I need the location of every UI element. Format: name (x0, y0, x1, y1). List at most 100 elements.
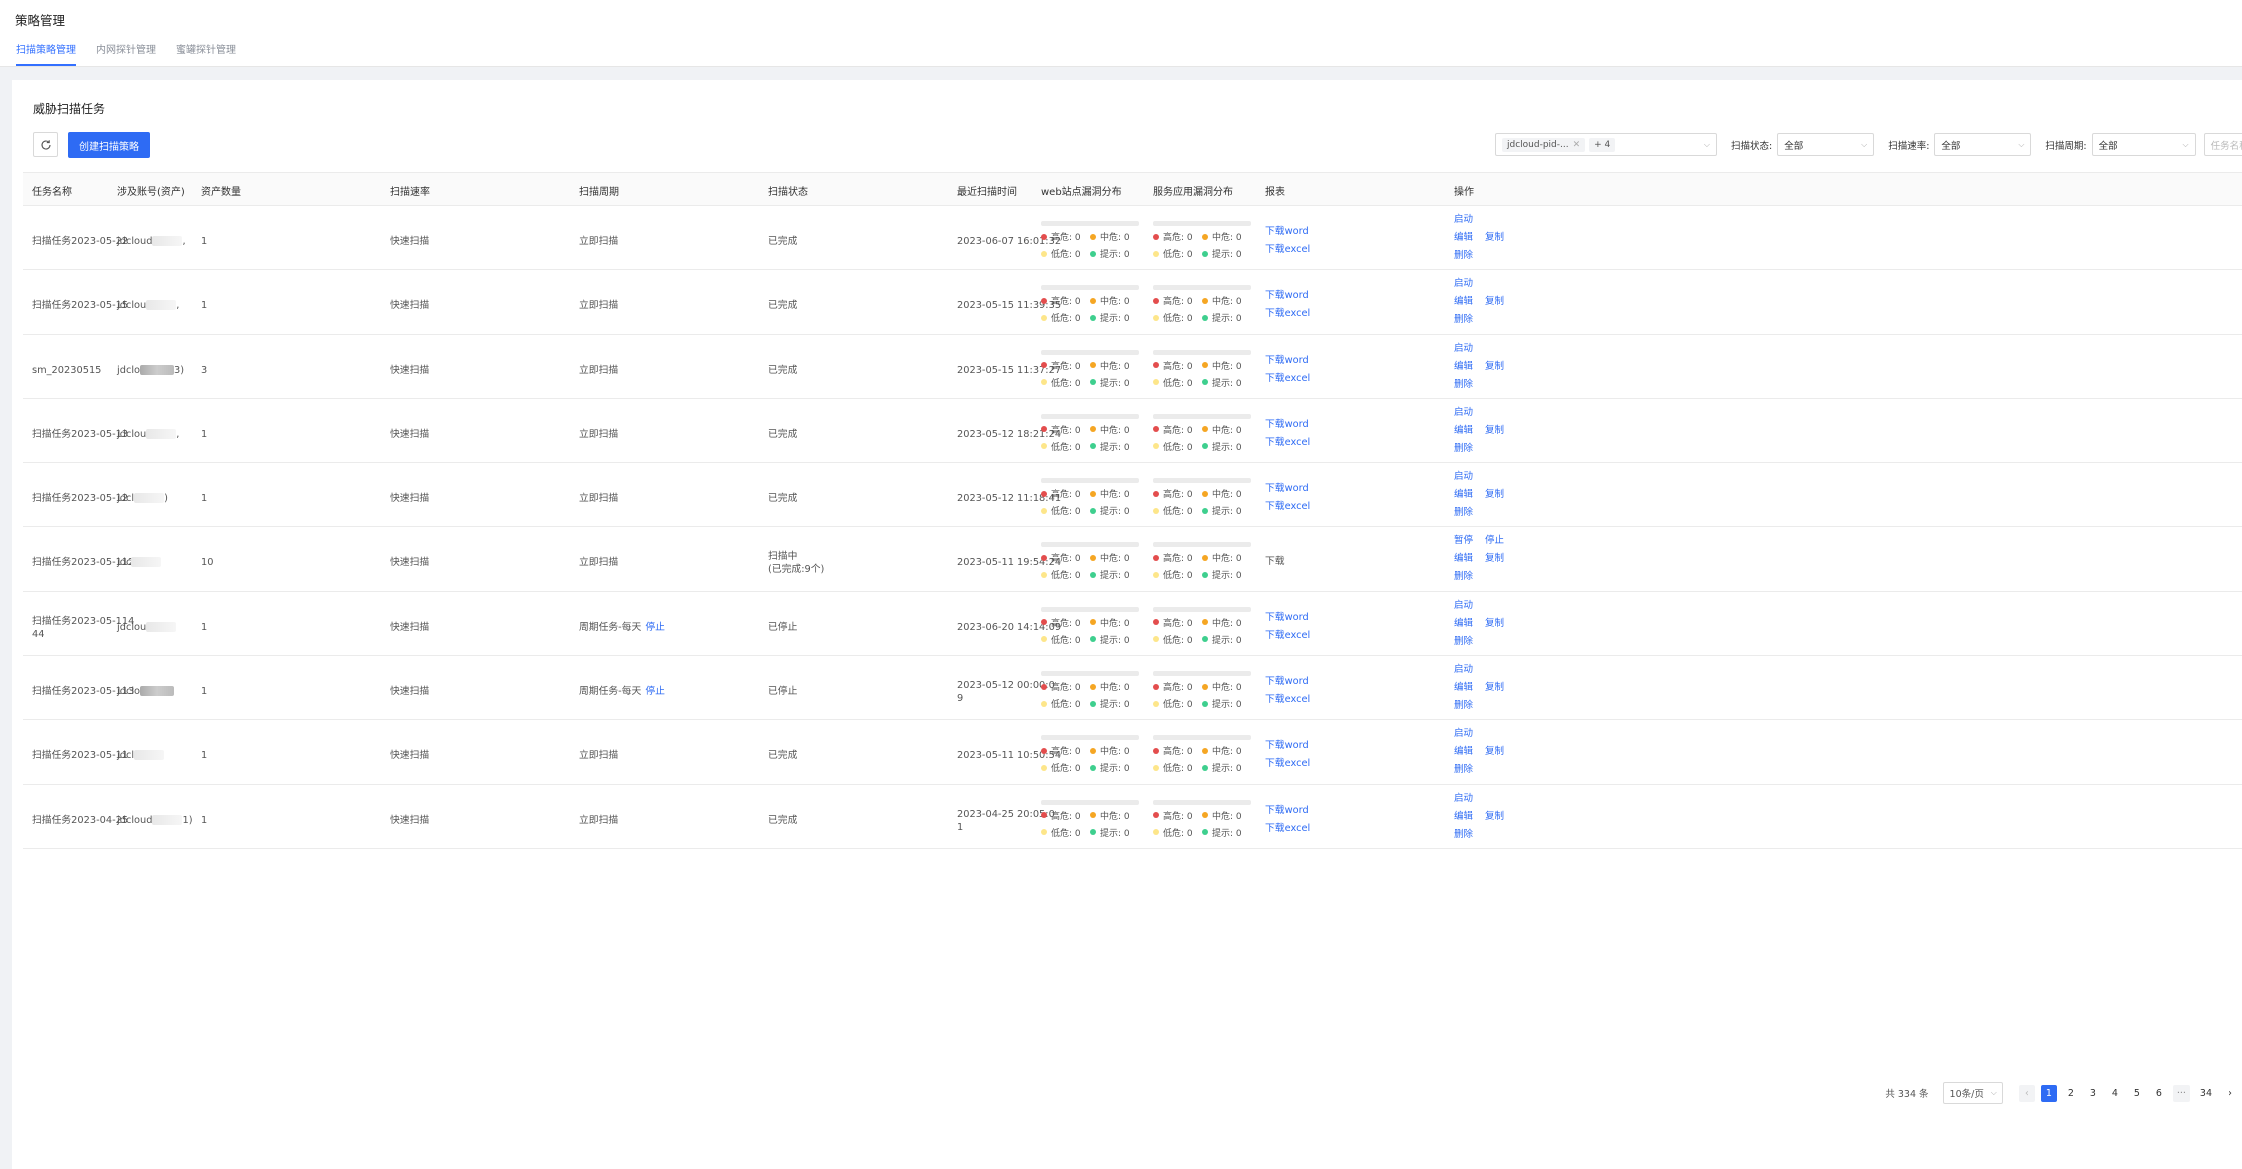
download-word-link[interactable]: 下载word (1265, 223, 1310, 241)
copy-button[interactable]: 复制 (1485, 229, 1504, 247)
download-excel-link[interactable]: 下载excel (1265, 820, 1310, 838)
stop-button[interactable]: 停止 (1485, 532, 1504, 550)
scan-task-table: 任务名称 涉及账号(资产) 资产数量 扫描速率 扫描周期 扫描状态 最近扫描时间 web站点漏… (23, 172, 2242, 849)
close-icon[interactable]: ✕ (1573, 140, 1581, 150)
next-page-button[interactable]: › (2222, 1084, 2238, 1102)
download-word-link[interactable]: 下载word (1265, 802, 1310, 820)
ops-line: 删除 (1454, 440, 1504, 458)
more-pages-button[interactable]: ··· (2172, 1084, 2190, 1102)
start-button[interactable]: 启动 (1454, 468, 1473, 486)
delete-button[interactable]: 删除 (1454, 247, 1473, 265)
vuln-count-high: 高危: 0 (1153, 680, 1202, 693)
page-button[interactable]: 4 (2106, 1084, 2123, 1102)
delete-button[interactable]: 删除 (1454, 633, 1473, 651)
delete-button[interactable]: 删除 (1454, 376, 1473, 394)
edit-button[interactable]: 编辑 (1454, 358, 1473, 376)
download-excel-link[interactable]: 下载excel (1265, 305, 1310, 323)
page-button[interactable]: 34 (2195, 1084, 2216, 1102)
tab-1[interactable]: 扫描策略管理 (16, 44, 76, 66)
severity-dot (1090, 764, 1096, 771)
edit-button[interactable]: 编辑 (1454, 486, 1473, 504)
account-select[interactable]: jdcloud-pid-... ✕ + 4 ⌵ (1495, 133, 1717, 156)
download-excel-link[interactable]: 下载excel (1265, 434, 1310, 452)
start-button[interactable]: 启动 (1454, 211, 1473, 229)
copy-button[interactable]: 复制 (1485, 486, 1504, 504)
edit-button[interactable]: 编辑 (1454, 743, 1473, 761)
download-word-link[interactable]: 下载word (1265, 287, 1310, 305)
vuln-count-mid: 中危: 0 (1090, 294, 1139, 307)
page-button[interactable]: 3 (2084, 1084, 2101, 1102)
copy-button[interactable]: 复制 (1485, 808, 1504, 826)
download-word-link[interactable]: 下载word (1265, 673, 1310, 691)
edit-button[interactable]: 编辑 (1454, 293, 1473, 311)
page-button[interactable]: 5 (2128, 1084, 2145, 1102)
page-button[interactable]: 2 (2062, 1084, 2079, 1102)
edit-button[interactable]: 编辑 (1454, 229, 1473, 247)
start-button[interactable]: 启动 (1454, 404, 1473, 422)
status-select[interactable]: 全部 ⌵ (1777, 133, 1875, 156)
copy-button[interactable]: 复制 (1485, 358, 1504, 376)
ops-line: 删除 (1454, 247, 1504, 265)
copy-button[interactable]: 复制 (1485, 615, 1504, 633)
vuln-count-label: 低危: 0 (1051, 314, 1081, 325)
page-size-select[interactable]: 10条/页 ⌵ (1942, 1082, 2003, 1104)
page-button[interactable]: 1 (2040, 1084, 2057, 1102)
download-excel-link[interactable]: 下载excel (1265, 755, 1310, 773)
refresh-button[interactable] (33, 132, 58, 157)
download-excel-link[interactable]: 下载excel (1265, 691, 1310, 709)
delete-button[interactable]: 删除 (1454, 826, 1473, 844)
copy-button[interactable]: 复制 (1485, 550, 1504, 568)
delete-button[interactable]: 删除 (1454, 440, 1473, 458)
download-excel-link[interactable]: 下载excel (1265, 498, 1310, 516)
copy-button[interactable]: 复制 (1485, 743, 1504, 761)
edit-button[interactable]: 编辑 (1454, 550, 1473, 568)
edit-button[interactable]: 编辑 (1454, 808, 1473, 826)
download-excel-link[interactable]: 下载excel (1265, 370, 1310, 388)
download-word-link[interactable]: 下载word (1265, 352, 1310, 370)
start-button[interactable]: 启动 (1454, 597, 1473, 615)
delete-button[interactable]: 删除 (1454, 311, 1473, 329)
download-word-link[interactable]: 下载word (1265, 480, 1310, 498)
vuln-count-low: 低危: 0 (1041, 440, 1090, 453)
start-button[interactable]: 启动 (1454, 340, 1473, 358)
edit-button[interactable]: 编辑 (1454, 615, 1473, 633)
start-button[interactable]: 启动 (1454, 725, 1473, 743)
copy-button[interactable]: 复制 (1485, 679, 1504, 697)
copy-button[interactable]: 复制 (1485, 422, 1504, 440)
page-button[interactable]: 6 (2150, 1084, 2167, 1102)
rate-select[interactable]: 全部 ⌵ (1934, 133, 2032, 156)
create-scan-policy-button[interactable]: 创建扫描策略 (68, 132, 150, 158)
severity-dot (1202, 829, 1208, 836)
tab-2[interactable]: 内网探针管理 (96, 44, 156, 66)
delete-button[interactable]: 删除 (1454, 761, 1473, 779)
download-excel-link[interactable]: 下载excel (1265, 241, 1310, 259)
delete-button[interactable]: 删除 (1454, 504, 1473, 522)
task-name-search-input[interactable]: 任务名称 (2203, 133, 2242, 156)
vuln-count-high: 高危: 0 (1041, 616, 1090, 629)
download-word-link[interactable]: 下载word (1265, 416, 1310, 434)
start-button[interactable]: 启动 (1454, 275, 1473, 293)
edit-button[interactable]: 编辑 (1454, 679, 1473, 697)
vuln-count-label: 高危: 0 (1163, 297, 1193, 308)
severity-dot (1202, 812, 1208, 819)
tab-3[interactable]: 蜜罐探针管理 (176, 44, 236, 66)
start-button[interactable]: 启动 (1454, 790, 1473, 808)
stop-cycle-link[interactable]: 停止 (645, 622, 665, 633)
stop-cycle-link[interactable]: 停止 (645, 686, 665, 697)
prev-page-button[interactable]: ‹ (2018, 1084, 2035, 1102)
download-excel-link[interactable]: 下载excel (1265, 627, 1310, 645)
copy-button[interactable]: 复制 (1485, 293, 1504, 311)
delete-button[interactable]: 删除 (1454, 697, 1473, 715)
edit-button[interactable]: 编辑 (1454, 422, 1473, 440)
download-word-link[interactable]: 下载word (1265, 609, 1310, 627)
column-header: 服务应用漏洞分布 (1153, 187, 1233, 198)
start-button[interactable]: 启动 (1454, 661, 1473, 679)
report-cell: 下载word 下载excel (1265, 609, 1310, 645)
distribution-bar (1041, 542, 1139, 548)
account-cell: jdcl) (117, 492, 168, 505)
download-word-link[interactable]: 下载word (1265, 737, 1310, 755)
cycle-select[interactable]: 全部 ⌵ (2091, 133, 2196, 156)
report-cell: 下载word 下载excel (1265, 802, 1310, 838)
pause-button[interactable]: 暂停 (1454, 532, 1473, 550)
delete-button[interactable]: 删除 (1454, 568, 1473, 586)
